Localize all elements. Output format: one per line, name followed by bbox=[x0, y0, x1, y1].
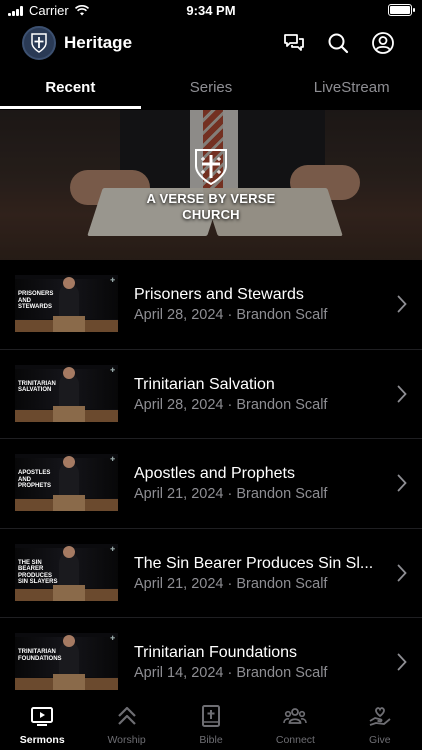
profile-icon[interactable] bbox=[371, 31, 395, 55]
status-bar: Carrier 9:34 PM bbox=[0, 0, 422, 22]
battery-icon bbox=[388, 4, 415, 16]
tab-bar: Recent Series LiveStream bbox=[0, 70, 422, 110]
sermon-subtitle: April 28, 2024 · Brandon Scalf bbox=[134, 307, 328, 323]
nav-worship[interactable]: Worship bbox=[84, 698, 168, 750]
list-item[interactable]: Trinitarian Salvation ✚ Trinitarian Salv… bbox=[0, 350, 422, 439]
cross-mark-icon: ✚ bbox=[109, 278, 115, 284]
chevrons-up-icon bbox=[117, 706, 136, 725]
sermon-thumbnail: The Sin Bearer Produces Sin Slayers ✚ bbox=[15, 543, 118, 601]
chevron-right-icon bbox=[397, 474, 407, 492]
sermon-thumbnail: Trinitarian Foundations ✚ bbox=[15, 633, 118, 690]
cross-mark-icon: ✚ bbox=[109, 636, 115, 642]
hero-title: A VERSE BY VERSE CHURCH bbox=[146, 191, 276, 222]
sermon-subtitle: April 21, 2024 · Brandon Scalf bbox=[134, 486, 328, 502]
search-icon[interactable] bbox=[326, 31, 350, 55]
chevron-right-icon bbox=[397, 653, 407, 671]
chat-icon[interactable] bbox=[282, 31, 306, 55]
bottom-nav: Sermons Worship Bible Connect Give bbox=[0, 698, 422, 750]
sermon-subtitle: April 28, 2024 · Brandon Scalf bbox=[134, 396, 328, 413]
nav-give[interactable]: Give bbox=[338, 698, 422, 750]
people-icon bbox=[283, 708, 308, 724]
chevron-right-icon bbox=[397, 295, 407, 313]
sermon-subtitle: April 14, 2024 · Brandon Scalf bbox=[134, 665, 328, 681]
shield-cross-icon bbox=[31, 33, 47, 53]
sermon-thumbnail: Prisoners and Stewards ✚ bbox=[15, 275, 118, 332]
app-header: Heritage bbox=[0, 24, 422, 64]
tab-series[interactable]: Series bbox=[141, 70, 282, 110]
sermon-list: Prisoners and Stewards ✚ Prisoners and S… bbox=[0, 260, 422, 708]
sermon-title: The Sin Bearer Produces Sin Sl... bbox=[134, 554, 374, 572]
bible-icon bbox=[202, 705, 221, 727]
list-item[interactable]: The Sin Bearer Produces Sin Slayers ✚ Th… bbox=[0, 529, 422, 618]
nav-sermons[interactable]: Sermons bbox=[0, 698, 84, 750]
play-screen-icon bbox=[31, 707, 54, 726]
hero-banner[interactable]: A VERSE BY VERSE CHURCH bbox=[0, 110, 422, 260]
cross-mark-icon: ✚ bbox=[109, 457, 115, 463]
chevron-right-icon bbox=[397, 564, 407, 581]
sermon-thumbnail: Apostles and Prophets ✚ bbox=[15, 454, 118, 511]
hand-heart-icon bbox=[369, 707, 391, 726]
status-time: 9:34 PM bbox=[186, 3, 236, 18]
shield-cross-icon bbox=[195, 149, 227, 186]
list-item[interactable]: Trinitarian Foundations ✚ Trinitarian Fo… bbox=[0, 618, 422, 708]
church-logo[interactable] bbox=[22, 26, 56, 60]
list-item[interactable]: Prisoners and Stewards ✚ Prisoners and S… bbox=[0, 260, 422, 350]
app-title: Heritage bbox=[64, 33, 133, 52]
sermon-title: Apostles and Prophets bbox=[134, 465, 295, 482]
sermon-title: Prisoners and Stewards bbox=[134, 286, 304, 303]
sermon-subtitle: April 21, 2024 · Brandon Scalf bbox=[134, 575, 328, 592]
nav-bible[interactable]: Bible bbox=[169, 698, 253, 750]
cross-mark-icon: ✚ bbox=[109, 546, 115, 553]
list-item[interactable]: Apostles and Prophets ✚ Apostles and Pro… bbox=[0, 439, 422, 529]
cross-mark-icon: ✚ bbox=[109, 367, 115, 374]
sermon-title: Trinitarian Salvation bbox=[134, 375, 275, 393]
tab-livestream[interactable]: LiveStream bbox=[281, 70, 422, 110]
sermon-thumbnail: Trinitarian Salvation ✚ bbox=[15, 364, 118, 422]
sermon-title: Trinitarian Foundations bbox=[134, 644, 298, 661]
tab-recent[interactable]: Recent bbox=[0, 70, 141, 110]
nav-connect[interactable]: Connect bbox=[253, 698, 337, 750]
chevron-right-icon bbox=[397, 385, 407, 402]
